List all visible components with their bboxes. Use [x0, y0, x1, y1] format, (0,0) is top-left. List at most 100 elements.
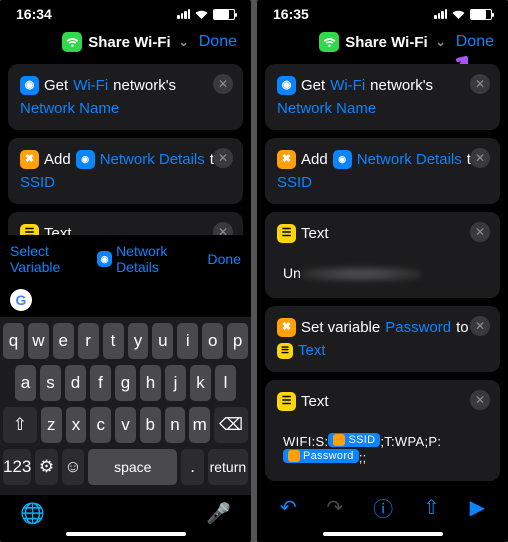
- autofill-row: G: [0, 283, 251, 317]
- status-bar: 16:34: [0, 0, 251, 24]
- key-j[interactable]: j: [165, 365, 186, 401]
- key-y[interactable]: y: [128, 323, 149, 359]
- nav-header: Share Wi-Fi ⌄ Done: [257, 24, 508, 64]
- key-b[interactable]: b: [140, 407, 161, 443]
- key-i[interactable]: i: [177, 323, 198, 359]
- select-variable-button[interactable]: Select Variable: [10, 243, 97, 275]
- battery-icon: [213, 9, 235, 20]
- battery-icon: [470, 9, 492, 20]
- keyboard: qwertyuiop asdfghjkl ⇧ zxcvbnm ⌫ 123 ⚙ ☺…: [0, 317, 251, 495]
- key-p[interactable]: p: [227, 323, 248, 359]
- key-l[interactable]: l: [215, 365, 236, 401]
- key-x[interactable]: x: [66, 407, 87, 443]
- key-k[interactable]: k: [190, 365, 211, 401]
- network-details-suggestion[interactable]: Network Details: [116, 243, 207, 275]
- network-name-param[interactable]: Network Name: [20, 97, 119, 120]
- key-o[interactable]: o: [202, 323, 223, 359]
- action-text-2[interactable]: ✕ ☰ Text WIFI:S:SSID;T:WPA;P:Password;;: [265, 380, 500, 481]
- globe-key[interactable]: 🌐: [20, 501, 45, 526]
- delete-action-button[interactable]: ✕: [470, 74, 490, 94]
- keyboard-suggestion-bar: Select Variable ◉ Network Details Done: [0, 235, 251, 283]
- suggestion-done-button[interactable]: Done: [208, 251, 241, 267]
- network-details-param[interactable]: Network Details: [357, 148, 462, 171]
- text-input[interactable]: WIFI:S:SSID;T:WPA;P:Password;;: [277, 423, 488, 471]
- keyboard-bottom-bar: 🌐 🎤: [0, 495, 251, 528]
- magic-var-icon: ◉: [97, 251, 112, 267]
- backspace-key[interactable]: ⌫: [214, 407, 248, 443]
- password-token[interactable]: Password: [283, 449, 359, 463]
- redacted: [301, 266, 421, 282]
- password-var[interactable]: Password: [385, 316, 451, 339]
- ssid-var[interactable]: SSID: [277, 171, 312, 194]
- ssid-token[interactable]: SSID: [328, 433, 380, 447]
- action-text[interactable]: ✕ ☰ Text Un: [265, 212, 500, 298]
- key-n[interactable]: n: [165, 407, 186, 443]
- status-right: [177, 9, 235, 20]
- undo-button[interactable]: ↶: [280, 495, 297, 520]
- action-text[interactable]: ✕ ☰ Text Un: [8, 212, 243, 235]
- action-get-network[interactable]: ✕ ◉ Get Wi-Fi network's Network Name: [265, 64, 500, 130]
- key-c[interactable]: c: [90, 407, 111, 443]
- google-icon[interactable]: G: [10, 289, 32, 311]
- delete-action-button[interactable]: ✕: [213, 74, 233, 94]
- page-title: Share Wi-Fi ⌄: [62, 32, 188, 52]
- numbers-key[interactable]: 123: [3, 449, 31, 485]
- key-t[interactable]: t: [103, 323, 124, 359]
- run-button[interactable]: ▶: [470, 495, 485, 520]
- page-title: Share Wi-Fi ⌄: [319, 32, 445, 52]
- key-g[interactable]: g: [115, 365, 136, 401]
- key-h[interactable]: h: [140, 365, 161, 401]
- key-f[interactable]: f: [90, 365, 111, 401]
- key-q[interactable]: q: [3, 323, 24, 359]
- key-a[interactable]: a: [15, 365, 36, 401]
- home-indicator[interactable]: [66, 532, 186, 536]
- key-u[interactable]: u: [152, 323, 173, 359]
- cellular-icon: [177, 9, 190, 19]
- key-s[interactable]: s: [40, 365, 61, 401]
- action-set-variable[interactable]: ✕ ✖ Set variable Password to ☰ Text: [265, 306, 500, 372]
- space-key[interactable]: space: [88, 449, 177, 485]
- action-add-to-variable[interactable]: ✕ ✖ Add ◉ Network Details to SSID: [265, 138, 500, 204]
- delete-action-button[interactable]: ✕: [470, 148, 490, 168]
- done-button[interactable]: Done: [456, 33, 494, 51]
- wifi-action-icon: ◉: [20, 76, 39, 95]
- period-key[interactable]: .: [181, 449, 203, 485]
- shortcut-wifi-icon: [319, 32, 339, 52]
- actions-list: ✕ ◉ Get Wi-Fi network's Network Name ✕ ✖…: [0, 64, 251, 235]
- settings-key[interactable]: ⚙: [35, 449, 57, 485]
- key-w[interactable]: w: [28, 323, 49, 359]
- key-m[interactable]: m: [189, 407, 210, 443]
- delete-action-button[interactable]: ✕: [213, 222, 233, 235]
- text-action-icon: ☰: [277, 224, 296, 243]
- done-button[interactable]: Done: [199, 33, 237, 51]
- mic-key[interactable]: 🎤: [206, 501, 231, 526]
- wifi-param[interactable]: Wi-Fi: [330, 74, 365, 97]
- wifi-param[interactable]: Wi-Fi: [73, 74, 108, 97]
- text-action-icon: ☰: [277, 392, 296, 411]
- key-r[interactable]: r: [78, 323, 99, 359]
- text-input[interactable]: Un: [277, 255, 488, 288]
- share-button[interactable]: ⇧: [423, 495, 440, 520]
- status-time: 16:35: [273, 6, 309, 22]
- action-get-network[interactable]: ✕ ◉ Get Wi-Fi network's Network Name: [8, 64, 243, 130]
- emoji-key[interactable]: ☺: [62, 449, 84, 485]
- return-key[interactable]: return: [208, 449, 248, 485]
- variable-action-icon: ✖: [20, 150, 39, 169]
- delete-action-button[interactable]: ✕: [213, 148, 233, 168]
- info-button[interactable]: ⓘ: [373, 493, 393, 522]
- key-v[interactable]: v: [115, 407, 136, 443]
- network-details-param[interactable]: Network Details: [100, 148, 205, 171]
- network-name-param[interactable]: Network Name: [277, 97, 376, 120]
- action-add-to-variable[interactable]: ✕ ✖ Add ◉ Network Details to SSID: [8, 138, 243, 204]
- key-z[interactable]: z: [41, 407, 62, 443]
- home-indicator[interactable]: [323, 532, 443, 536]
- text-magic-var[interactable]: Text: [298, 339, 326, 362]
- variable-action-icon: ✖: [277, 318, 296, 337]
- text-action-icon: ☰: [20, 224, 39, 235]
- actions-list: ✕ ◉ Get Wi-Fi network's Network Name ✕ ✖…: [257, 64, 508, 481]
- key-d[interactable]: d: [65, 365, 86, 401]
- ssid-var[interactable]: SSID: [20, 171, 55, 194]
- key-e[interactable]: e: [53, 323, 74, 359]
- delete-action-button[interactable]: ✕: [470, 222, 490, 242]
- shift-key[interactable]: ⇧: [3, 407, 37, 443]
